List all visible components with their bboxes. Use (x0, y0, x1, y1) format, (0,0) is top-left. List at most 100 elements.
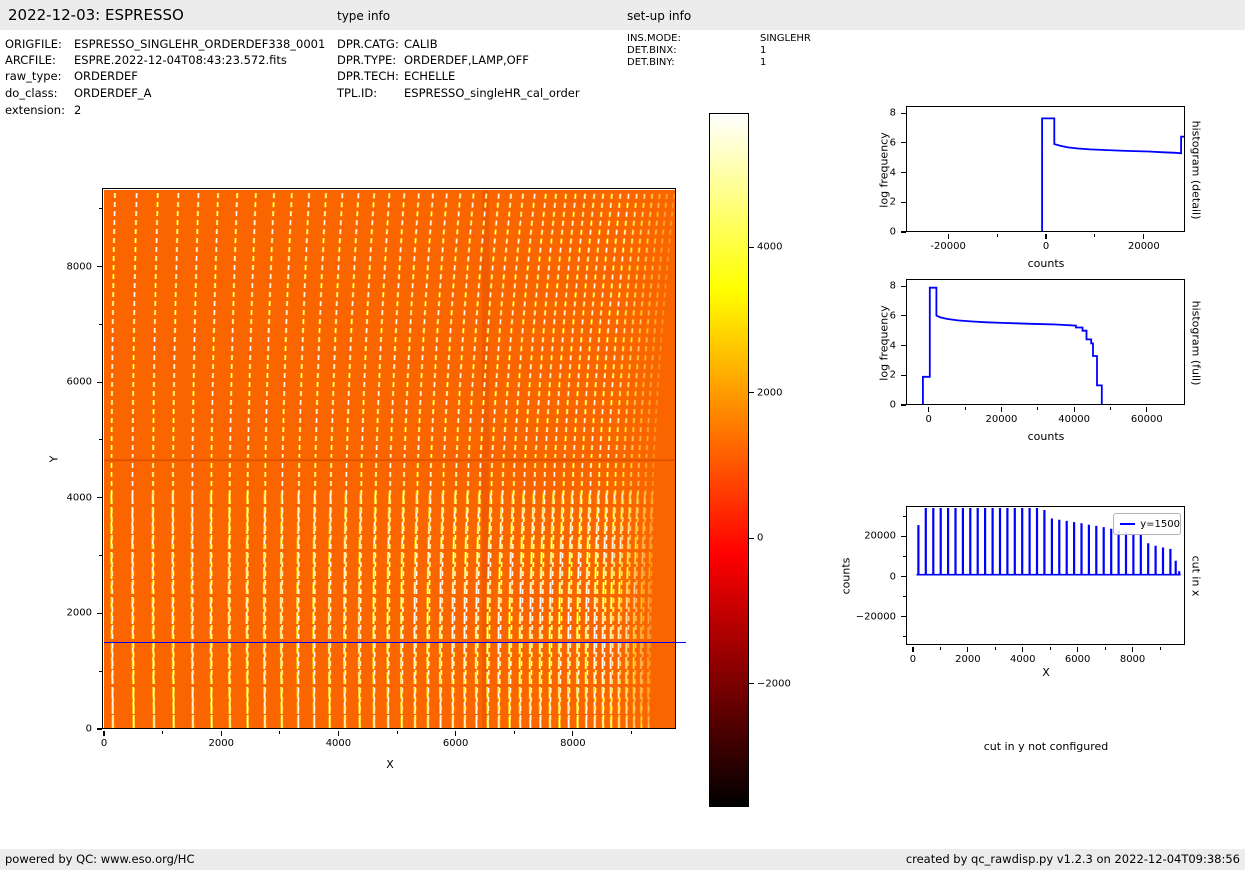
colorbar-tick (749, 246, 754, 249)
y-tick (97, 728, 102, 730)
meta-label: ARCFILE: (5, 53, 56, 67)
x-minor-tick (162, 731, 164, 734)
y-tick-label: 4 (889, 340, 896, 352)
header-bar (0, 0, 1245, 30)
meta-label: DPR.TECH: (337, 69, 399, 83)
y-tick (901, 231, 906, 233)
x-tick (967, 647, 969, 652)
y-tick-label: 8 (889, 107, 896, 119)
x-tick (1143, 234, 1145, 239)
cut-in-x-legend: y=1500 (1113, 513, 1181, 535)
x-tick-label: 6000 (1064, 654, 1091, 665)
y-tick-label: −20000 (855, 611, 896, 623)
meta-label: DET.BINX: (627, 45, 677, 56)
setup-info-heading: set-up info (627, 9, 692, 23)
meta-value: ESPRESSO_singleHR_cal_order (404, 86, 580, 100)
y-tick-label: 0 (85, 723, 92, 735)
x-tick (572, 731, 574, 736)
y-tick-label: 2 (889, 196, 896, 208)
cut-in-x-xlabel: X (1042, 666, 1050, 679)
y-tick (97, 381, 102, 383)
meta-label: DPR.TYPE: (337, 53, 397, 67)
y-tick (97, 612, 102, 614)
x-tick (928, 407, 930, 412)
meta-value: 1 (760, 45, 767, 56)
x-tick (1146, 407, 1148, 412)
histogram-full-right-label: histogram (full) (1189, 300, 1203, 386)
colorbar-tick-label: 2000 (757, 387, 783, 399)
x-minor-tick (396, 731, 398, 734)
y-tick (97, 497, 102, 499)
raw-image-plot (104, 190, 676, 729)
echelle-orders-image (104, 190, 676, 729)
y-tick (901, 535, 906, 537)
x-minor-tick (1049, 647, 1051, 650)
x-tick (912, 647, 914, 652)
x-minor-tick (630, 731, 632, 734)
y-tick (901, 171, 906, 174)
x-tick-label: -20000 (930, 241, 966, 252)
raw-image-ylabel: Y (47, 455, 61, 463)
histogram-detail-right-label: histogram (detail) (1189, 120, 1203, 220)
colorbar-tick-label: 0 (757, 532, 764, 544)
x-tick-label: 2000 (208, 738, 234, 749)
x-minor-tick (994, 647, 996, 650)
meta-value: ESPRESSO_SINGLEHR_ORDERDEF338_0001 (74, 37, 326, 51)
y-tick-label: 8000 (66, 261, 92, 273)
y-tick (901, 575, 906, 578)
y-tick (901, 142, 906, 144)
x-tick (1131, 647, 1134, 652)
y-tick-label: 0 (889, 571, 896, 582)
x-tick (103, 731, 105, 736)
histogram-full-plot (908, 281, 1185, 405)
meta-value: ECHELLE (404, 69, 456, 83)
meta-value: 1 (760, 57, 767, 68)
y-minor-tick (99, 323, 102, 325)
qc-report-page: 2022-12-03: ESPRESSO type info set-up in… (0, 0, 1245, 870)
y-tick-label: 6 (889, 137, 896, 149)
x-minor-tick (1104, 647, 1106, 650)
y-tick-label: 6 (889, 310, 896, 322)
x-tick-label: 0 (100, 738, 108, 749)
y-tick-label: 4 (889, 167, 896, 179)
type-info-heading: type info (337, 9, 391, 23)
cut-in-y-note: cut in y not configured (983, 740, 1109, 753)
y-minor-tick (903, 515, 906, 517)
x-tick-label: 20000 (985, 414, 1018, 425)
x-tick-label: 8000 (560, 738, 586, 749)
y-tick-label: 4000 (66, 492, 92, 504)
y-tick-label: 8 (889, 280, 896, 292)
x-tick (1077, 647, 1079, 652)
meta-value: 2 (74, 103, 82, 117)
y-tick-label: 20000 (864, 530, 896, 542)
colorbar-tick-label: 4000 (757, 241, 783, 253)
y-tick-label: 0 (889, 399, 896, 411)
meta-label: DET.BINY: (627, 57, 675, 68)
y-tick-label: 0 (889, 226, 896, 238)
raw-image-xlabel: X (386, 758, 394, 771)
x-minor-tick (939, 647, 941, 650)
y-tick (901, 344, 906, 347)
x-tick-label: 60000 (1130, 414, 1163, 425)
x-minor-tick (279, 731, 281, 734)
x-tick (1073, 407, 1075, 412)
meta-label: DPR.CATG: (337, 37, 399, 51)
colorbar-tick (749, 392, 754, 394)
meta-label: INS.MODE: (627, 33, 681, 44)
meta-value: ORDERDEF,LAMP,OFF (404, 53, 529, 67)
x-minor-tick (996, 234, 998, 237)
x-tick-label: 2000 (955, 654, 981, 665)
y-tick-label: 6000 (66, 376, 92, 388)
x-tick (1045, 234, 1047, 239)
meta-value: CALIB (404, 37, 438, 51)
y-tick (901, 404, 906, 406)
y-tick (97, 265, 102, 268)
meta-label: raw_type: (5, 69, 62, 83)
meta-label: ORIGFILE: (5, 37, 62, 51)
x-tick-label: 0 (925, 414, 932, 425)
y-tick (901, 315, 906, 317)
footer-left-text: powered by QC: www.eso.org/HC (5, 852, 195, 866)
y-tick (901, 112, 906, 114)
y-tick (901, 616, 906, 618)
legend-line-swatch (1120, 523, 1136, 525)
